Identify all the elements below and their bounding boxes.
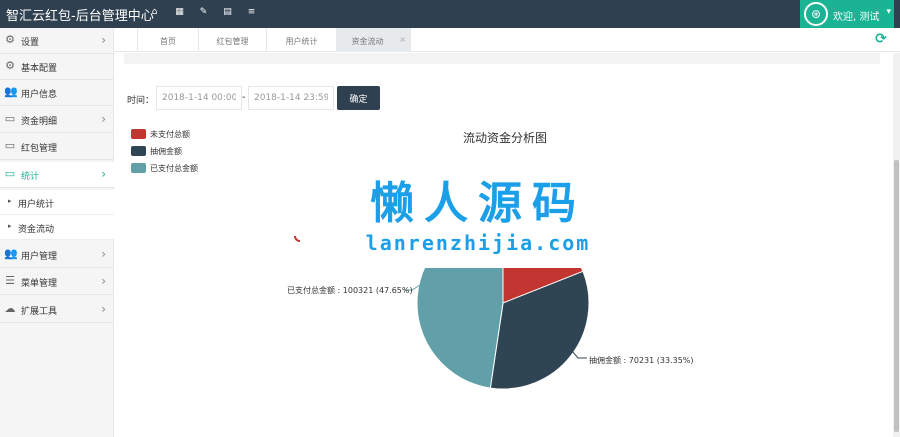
slice-label-commission: 抽佣金额 : 70231 (33.35%) [589,356,694,365]
watermark-url: lanrenzhijia.com [365,231,591,255]
watermark-text: 懒人源码 [370,178,586,229]
slice-label-paid: 已支付总金额 : 100321 (47.65%) [287,286,413,295]
